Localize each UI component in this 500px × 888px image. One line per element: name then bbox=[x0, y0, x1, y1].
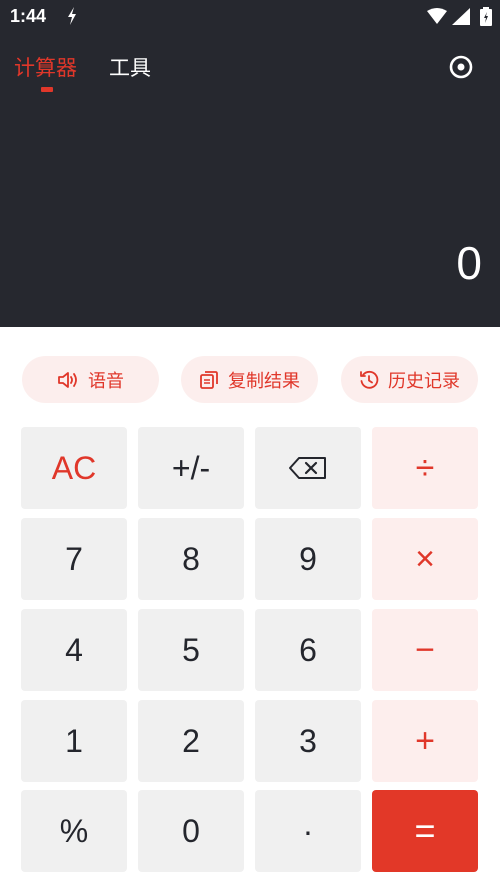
digit-5-button[interactable]: 5 bbox=[138, 609, 244, 691]
divide-button[interactable]: ÷ bbox=[372, 427, 478, 509]
tab-indicator bbox=[41, 87, 53, 92]
battery-icon bbox=[480, 7, 492, 26]
percent-button[interactable]: % bbox=[21, 790, 127, 872]
tab-calculator[interactable]: 计算器 bbox=[14, 52, 77, 82]
status-bar: 1:44 bbox=[0, 0, 500, 34]
multiply-button[interactable]: × bbox=[372, 518, 478, 600]
settings-icon[interactable] bbox=[448, 54, 474, 80]
display-panel: 1:44 计算器 工具 0 bbox=[0, 0, 500, 327]
charging-icon bbox=[68, 7, 76, 25]
speaker-icon bbox=[58, 371, 77, 388]
result-display: 0 bbox=[456, 237, 482, 289]
copy-result-button[interactable]: 复制结果 bbox=[181, 356, 318, 403]
digit-6-button[interactable]: 6 bbox=[255, 609, 361, 691]
voice-button[interactable]: 语音 bbox=[22, 356, 159, 403]
copy-icon bbox=[200, 370, 218, 389]
copy-result-label: 复制结果 bbox=[228, 370, 300, 392]
digit-8-button[interactable]: 8 bbox=[138, 518, 244, 600]
digit-0-button[interactable]: 0 bbox=[138, 790, 244, 872]
backspace-button[interactable] bbox=[255, 427, 361, 509]
digit-2-button[interactable]: 2 bbox=[138, 700, 244, 782]
digit-3-button[interactable]: 3 bbox=[255, 700, 361, 782]
add-button[interactable]: + bbox=[372, 700, 478, 782]
status-time: 1:44 bbox=[10, 6, 47, 26]
wifi-icon bbox=[427, 8, 447, 24]
subtract-button[interactable]: − bbox=[372, 609, 478, 691]
signal-icon bbox=[452, 8, 470, 25]
tab-tools[interactable]: 工具 bbox=[109, 52, 151, 82]
sign-toggle-button[interactable]: +/- bbox=[138, 427, 244, 509]
decimal-point-button[interactable]: · bbox=[255, 790, 361, 872]
equals-button[interactable]: = bbox=[372, 790, 478, 872]
voice-label: 语音 bbox=[88, 370, 124, 392]
backspace-icon bbox=[289, 457, 326, 479]
history-label: 历史记录 bbox=[388, 370, 460, 392]
digit-4-button[interactable]: 4 bbox=[21, 609, 127, 691]
clear-button[interactable]: AC bbox=[21, 427, 127, 509]
digit-9-button[interactable]: 9 bbox=[255, 518, 361, 600]
digit-1-button[interactable]: 1 bbox=[21, 700, 127, 782]
history-icon bbox=[360, 370, 379, 389]
history-button[interactable]: 历史记录 bbox=[341, 356, 478, 403]
digit-7-button[interactable]: 7 bbox=[21, 518, 127, 600]
